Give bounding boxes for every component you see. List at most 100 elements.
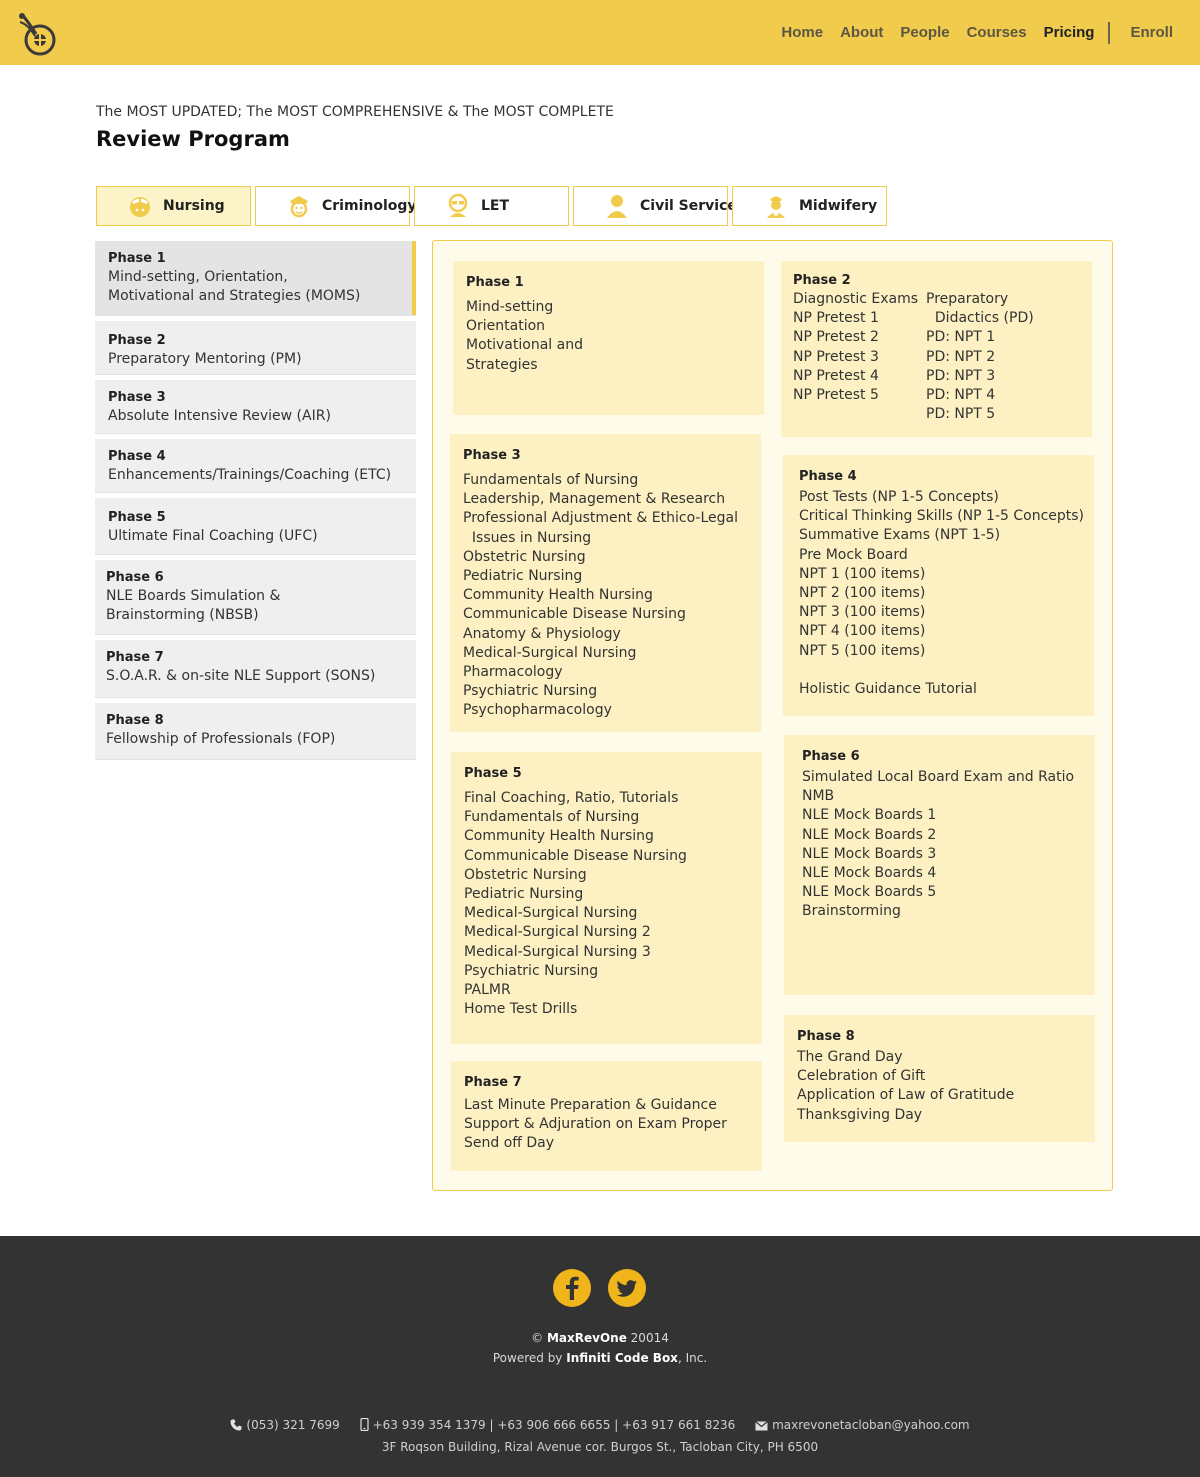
phase-card-7: Phase 7 Last Minute Preparation & Guidan… <box>451 1061 762 1171</box>
phase-item-8[interactable]: Phase 8 Fellowship of Professionals (FOP… <box>95 703 416 760</box>
nav-divider <box>1108 21 1111 44</box>
phase-item-3[interactable]: Phase 3 Absolute Intensive Review (AIR) <box>95 380 416 434</box>
card-line: NP Pretest 3 <box>793 348 879 365</box>
tab-nursing[interactable]: Nursing <box>96 186 251 226</box>
email[interactable]: maxrevonetacloban@yahoo.com <box>755 1414 970 1436</box>
nav-about[interactable]: About <box>840 24 883 41</box>
nav-enroll[interactable]: Enroll <box>1130 24 1173 41</box>
phase-item-title: Phase 1 <box>108 251 166 266</box>
midwife-icon <box>767 196 785 218</box>
nav-pricing[interactable]: Pricing <box>1044 24 1095 41</box>
card-line: Medical-Surgical Nursing <box>464 905 638 922</box>
peacock-logo-icon <box>19 13 56 56</box>
card-line: Professional Adjustment & Ethico-Legal <box>463 510 738 527</box>
card-line: NPT 2 (100 items) <box>799 585 926 602</box>
card-spacer <box>799 661 1082 680</box>
card-line: Final Coaching, Ratio, Tutorials <box>464 790 679 806</box>
phase-item-7[interactable]: Phase 7 S.O.A.R. & on-site NLE Support (… <box>95 640 416 698</box>
logo[interactable] <box>16 10 58 58</box>
card-line: NLE Mock Boards 1 <box>802 807 937 824</box>
civil-servant-icon <box>607 195 627 218</box>
card-line: NP Pretest 1 <box>793 310 879 327</box>
phase-item-title: Phase 2 <box>108 333 166 348</box>
card-line: Strategies <box>466 356 538 373</box>
powered-brand[interactable]: Infiniti Code Box <box>566 1351 678 1365</box>
phase-item-2[interactable]: Phase 2 Preparatory Mentoring (PM) <box>95 321 416 375</box>
tab-midwifery[interactable]: Midwifery <box>732 186 887 226</box>
card-line: NMB <box>802 788 835 805</box>
email-address: maxrevonetacloban@yahoo.com <box>772 1418 970 1432</box>
phase-item-desc: Mind-setting, Orientation, <box>108 269 288 285</box>
card-line: NPT 3 (100 items) <box>799 604 926 621</box>
copyright-line: © MaxRevOne 20014 <box>0 1328 1200 1348</box>
phase-item-4[interactable]: Phase 4 Enhancements/Trainings/Coaching … <box>95 439 416 493</box>
card-line: Pharmacology <box>463 664 563 681</box>
card-line: Pediatric Nursing <box>463 568 583 585</box>
nav-home[interactable]: Home <box>781 24 823 41</box>
tab-civil-service[interactable]: Civil Service <box>573 186 737 226</box>
powered-prefix: Powered by <box>492 1351 563 1365</box>
card-line: Communicable Disease Nursing <box>463 606 686 623</box>
twitter-icon <box>616 1280 637 1297</box>
tab-label: Nursing <box>163 198 225 214</box>
card-line: Leadership, Management & Research <box>463 491 726 508</box>
card-line: Community Health Nursing <box>463 587 653 604</box>
card-line: Fundamentals of Nursing <box>463 472 639 488</box>
police-icon <box>290 196 308 218</box>
facebook-link[interactable] <box>553 1269 591 1307</box>
card-line: Preparatory <box>926 291 1009 307</box>
phase-item-desc: S.O.A.R. & on-site NLE Support (SONS) <box>106 668 376 684</box>
card-line: Brainstorming <box>802 903 901 920</box>
card-column-exams: Diagnostic Exams NP Pretest 1 NP Pretest… <box>793 290 926 424</box>
nav-courses[interactable]: Courses <box>967 24 1027 41</box>
card-column-didactics: Preparatory Didactics (PD) PD: NPT 1 PD:… <box>926 290 1034 424</box>
card-line: NLE Mock Boards 3 <box>802 845 937 862</box>
card-line: Didactics (PD) <box>926 310 1034 327</box>
main-nav: Home About People Courses Pricing Enroll <box>764 0 1173 65</box>
card-line: PD: NPT 4 <box>926 387 996 404</box>
copyright-symbol: © <box>531 1331 544 1345</box>
card-line: NP Pretest 5 <box>793 387 879 404</box>
card-line: PD: NPT 1 <box>926 329 996 346</box>
card-line: NPT 4 (100 items) <box>799 623 926 640</box>
card-line: Application of Law of Gratitude <box>797 1087 1015 1104</box>
phase-item-5[interactable]: Phase 5 Ultimate Final Coaching (UFC) <box>95 498 416 555</box>
tagline: The MOST UPDATED; The MOST COMPREHENSIVE… <box>96 104 614 120</box>
footer: © MaxRevOne 20014 Powered by Infiniti Co… <box>0 1236 1200 1477</box>
twitter-link[interactable] <box>608 1269 646 1307</box>
tab-criminology[interactable]: Criminology <box>255 186 417 226</box>
card-title: Phase 6 <box>802 749 860 764</box>
phase-item-6[interactable]: Phase 6 NLE Boards Simulation & Brainsto… <box>95 560 416 635</box>
phase-card-5: Phase 5 Final Coaching, Ratio, Tutorials… <box>451 752 762 1044</box>
brand-name: MaxRevOne <box>546 1331 627 1345</box>
phase-item-desc: Absolute Intensive Review (AIR) <box>108 408 331 424</box>
card-line: Orientation <box>466 318 546 335</box>
tab-label: LET <box>481 198 510 214</box>
card-title: Phase 1 <box>466 275 524 290</box>
phase-item-title: Phase 4 <box>108 449 166 464</box>
tab-let[interactable]: LET <box>414 186 569 226</box>
phase-item-desc: NLE Boards Simulation & <box>106 588 281 604</box>
nav-people[interactable]: People <box>900 24 949 41</box>
program-tabs: Nursing Criminology LET Civil Service Mi… <box>96 186 891 226</box>
card-line: Medical-Surgical Nursing 2 <box>464 924 651 941</box>
phase-item-1[interactable]: Phase 1 Mind-setting, Orientation, Motiv… <box>95 241 416 316</box>
card-title: Phase 3 <box>463 448 521 463</box>
card-line: PD: NPT 3 <box>926 367 996 384</box>
phase-item-desc: Brainstorming (NBSB) <box>106 607 259 623</box>
card-line: Medical-Surgical Nursing <box>463 644 637 661</box>
tab-label: Criminology <box>322 198 417 214</box>
card-line: NP Pretest 4 <box>793 367 879 384</box>
card-line: Support & Adjuration on Exam Proper <box>464 1116 727 1133</box>
card-line: Obstetric Nursing <box>463 548 586 565</box>
card-title: Phase 7 <box>464 1075 522 1090</box>
top-bar: Home About People Courses Pricing Enroll <box>0 0 1200 65</box>
card-title: Phase 5 <box>464 766 522 781</box>
copyright: © MaxRevOne 20014 Powered by Infiniti Co… <box>0 1328 1200 1368</box>
page-title: Review Program <box>96 127 290 151</box>
card-line: Holistic Guidance Tutorial <box>799 681 977 698</box>
phase-details-panel: Phase 1 Mind-setting Orientation Motivat… <box>432 240 1113 1191</box>
card-line: PALMR <box>464 982 511 999</box>
card-line: Fundamentals of Nursing <box>464 809 640 826</box>
card-line: Home Test Drills <box>464 1001 578 1018</box>
